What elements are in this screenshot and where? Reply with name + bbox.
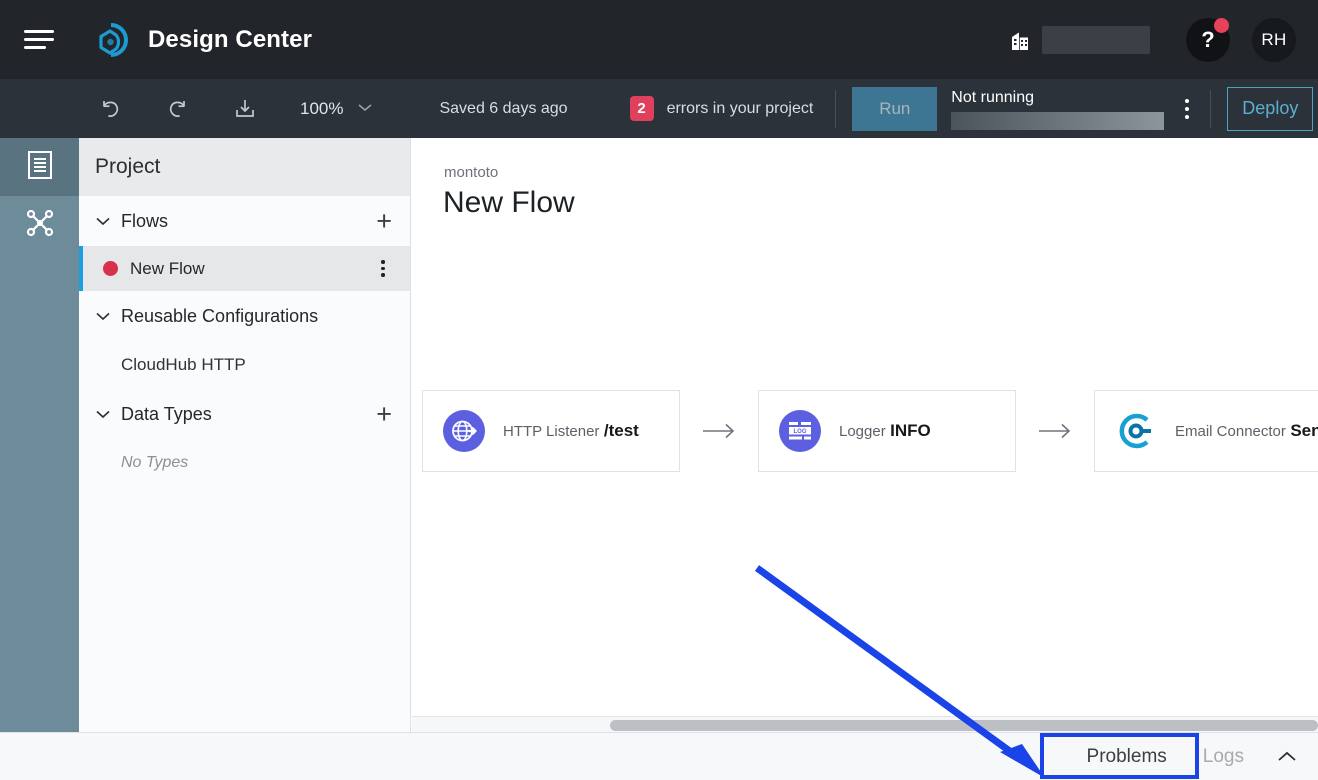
hamburger-icon[interactable] bbox=[24, 27, 58, 53]
logger-icon: LOG bbox=[779, 410, 821, 452]
help-label: ? bbox=[1201, 26, 1215, 52]
anypoint-logo-icon bbox=[91, 20, 131, 60]
error-text: errors in your project bbox=[666, 99, 814, 117]
flow-card-http-listener[interactable]: HTTP Listener /test bbox=[422, 390, 680, 472]
chevron-up-icon[interactable] bbox=[1276, 750, 1298, 764]
email-connector-icon bbox=[1115, 410, 1157, 452]
api-nodes-icon bbox=[24, 207, 56, 244]
saved-status: Saved 6 days ago bbox=[439, 99, 568, 117]
project-document-icon bbox=[26, 149, 54, 186]
canvas-scrollbar-track[interactable] bbox=[412, 716, 1318, 732]
organization-icon bbox=[1010, 28, 1032, 52]
breadcrumb: montoto bbox=[444, 164, 499, 181]
flow-kebab-menu-icon[interactable] bbox=[374, 257, 392, 281]
sidebar-section-reusable-configurations[interactable]: Reusable Configurations bbox=[79, 291, 410, 341]
sidebar-item-api-sync[interactable] bbox=[0, 196, 79, 254]
run-status-label: Not running bbox=[951, 88, 1035, 106]
zoom-control[interactable]: 100% bbox=[300, 99, 374, 119]
project-sidebar: Project Flows + New Flow Reusable Config… bbox=[79, 138, 411, 732]
sidebar-section-label: Flows bbox=[121, 210, 169, 231]
header-right-group: ? RH bbox=[1010, 17, 1318, 62]
tab-problems[interactable]: Problems bbox=[1069, 746, 1185, 768]
flow-card-email-connector[interactable]: Email Connector Send bbox=[1094, 390, 1318, 472]
flow-card-value: /test bbox=[603, 421, 639, 440]
flow-card-value: Send bbox=[1290, 421, 1318, 440]
svg-text:LOG: LOG bbox=[794, 429, 807, 435]
error-count-badge: 2 bbox=[629, 96, 654, 121]
flow-card-logger[interactable]: LOG Logger INFO bbox=[758, 390, 1016, 472]
sidebar-section-flows[interactable]: Flows + bbox=[79, 196, 410, 246]
page-title: New Flow bbox=[443, 186, 575, 219]
chevron-down-icon bbox=[356, 100, 374, 118]
flow-card-text: Logger INFO bbox=[839, 421, 931, 441]
icon-rail bbox=[0, 138, 79, 732]
list-item[interactable]: CloudHub HTTP bbox=[79, 341, 410, 389]
chevron-down-icon bbox=[95, 409, 113, 419]
sidebar-section-data-types[interactable]: Data Types + bbox=[79, 389, 410, 439]
arrow-right-icon bbox=[680, 422, 758, 440]
toolbar-divider bbox=[835, 89, 837, 128]
avatar-initials: RH bbox=[1261, 29, 1287, 49]
run-status-redacted bbox=[951, 111, 1165, 130]
flow-error-dot-icon bbox=[103, 261, 118, 276]
flow-card-value: INFO bbox=[890, 421, 931, 440]
project-errors[interactable]: 2 errors in your project bbox=[629, 96, 814, 121]
avatar[interactable]: RH bbox=[1252, 17, 1296, 62]
toolbar-kebab-menu-icon[interactable] bbox=[1176, 95, 1198, 123]
design-center-app: Design Center ? RH 100% Saved 6 days ago… bbox=[0, 0, 1318, 780]
app-title: Design Center bbox=[148, 25, 313, 53]
flow-card-text: Email Connector Send bbox=[1175, 421, 1318, 441]
flow-item-label: New Flow bbox=[130, 258, 205, 278]
data-types-empty-label: No Types bbox=[121, 454, 189, 471]
flow-card-row: HTTP Listener /test LOG Logger INFO Emai… bbox=[422, 390, 1318, 472]
flow-card-kind: Logger bbox=[839, 423, 886, 440]
toolbar-divider-2 bbox=[1210, 89, 1212, 128]
sidebar-item-project-explorer[interactable] bbox=[0, 138, 79, 196]
top-header: Design Center ? RH bbox=[0, 0, 1318, 79]
chevron-down-icon bbox=[95, 311, 113, 321]
flow-card-kind: HTTP Listener bbox=[503, 423, 600, 440]
organization-name-redacted[interactable] bbox=[1042, 25, 1150, 54]
flow-card-text: HTTP Listener /test bbox=[503, 421, 639, 441]
list-item[interactable]: New Flow bbox=[79, 246, 410, 291]
http-listener-globe-icon bbox=[443, 410, 485, 452]
add-flow-button[interactable]: + bbox=[376, 207, 392, 235]
editor-toolbar: 100% Saved 6 days ago 2 errors in your p… bbox=[0, 79, 1318, 138]
add-data-type-button[interactable]: + bbox=[376, 400, 392, 428]
redo-icon[interactable] bbox=[164, 96, 190, 122]
bottom-panel-bar: Problems Logs bbox=[0, 732, 1318, 780]
zoom-level-label: 100% bbox=[300, 98, 344, 118]
sidebar-section-label: Reusable Configurations bbox=[121, 305, 319, 326]
run-button[interactable]: Run bbox=[852, 86, 938, 131]
deploy-button[interactable]: Deploy bbox=[1227, 86, 1314, 131]
sidebar-section-label: Data Types bbox=[121, 403, 212, 424]
import-icon[interactable] bbox=[232, 96, 258, 122]
arrow-right-icon bbox=[1016, 422, 1094, 440]
notification-dot-icon bbox=[1214, 17, 1229, 33]
sidebar-title: Project bbox=[79, 138, 410, 196]
tab-logs[interactable]: Logs bbox=[1185, 746, 1262, 768]
run-status: Not running bbox=[951, 88, 1165, 130]
flow-card-kind: Email Connector bbox=[1175, 423, 1286, 440]
canvas-scrollbar-thumb[interactable] bbox=[610, 720, 1318, 731]
undo-icon[interactable] bbox=[98, 96, 124, 122]
help-button[interactable]: ? bbox=[1186, 17, 1230, 62]
chevron-down-icon bbox=[95, 216, 113, 226]
flow-canvas[interactable]: montoto New Flow HTTP Listener /test LOG… bbox=[412, 138, 1318, 716]
